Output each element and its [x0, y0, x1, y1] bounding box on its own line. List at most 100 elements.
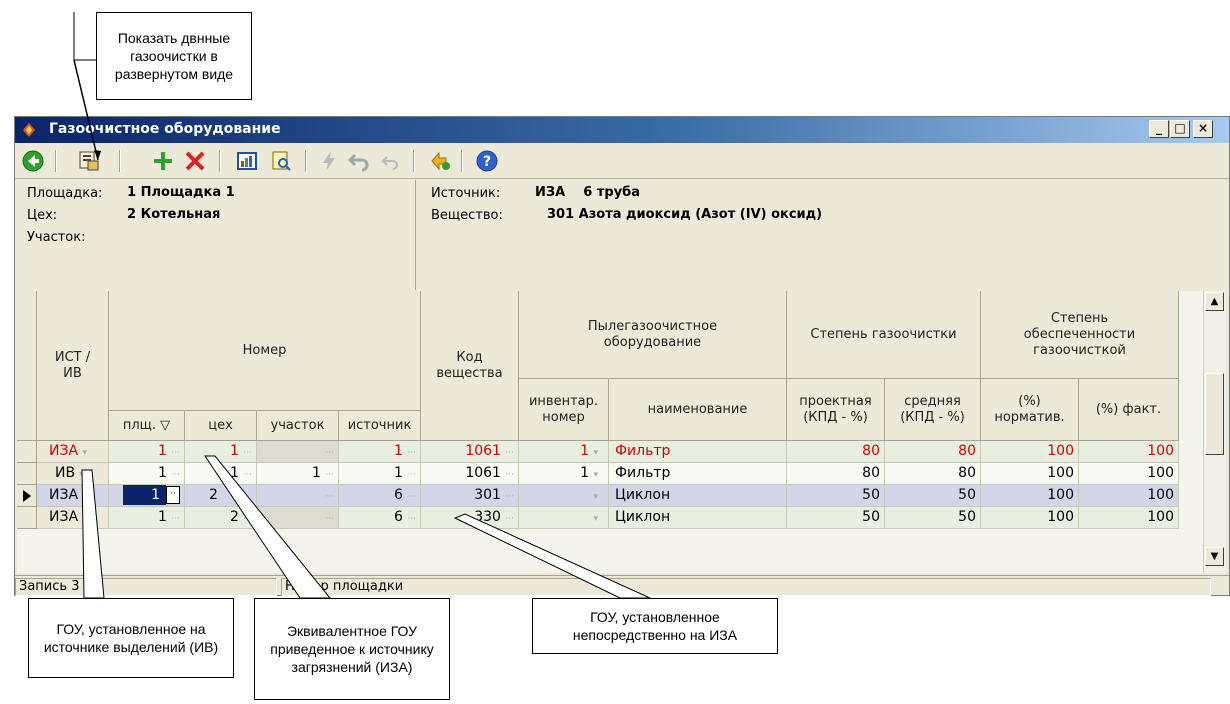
cell-kod[interactable]: 1061 ···: [421, 441, 519, 463]
expand-details-icon[interactable]: [75, 147, 103, 175]
ellipsis-icon[interactable]: ···: [243, 514, 252, 524]
ellipsis-icon[interactable]: ···: [505, 470, 514, 480]
cell-normativ[interactable]: 100: [981, 441, 1079, 463]
header-sred[interactable]: средняя (КПД - %): [885, 379, 981, 441]
dropdown-arrow-icon[interactable]: ▾: [593, 470, 598, 480]
cell-naim[interactable]: Фильтр: [609, 441, 787, 463]
cell-istochnik[interactable]: 6 ···: [339, 485, 421, 507]
dropdown-arrow-icon[interactable]: ▾: [82, 448, 87, 458]
cell-istochnik[interactable]: 6 ···: [339, 507, 421, 529]
cell-kod[interactable]: 301 ···: [421, 485, 519, 507]
cell-ist[interactable]: ИВ ▾: [37, 463, 109, 485]
ellipsis-icon[interactable]: ··: [166, 486, 180, 504]
ellipsis-icon[interactable]: ···: [171, 448, 180, 458]
header-tseh[interactable]: цех: [185, 411, 257, 441]
cell-tseh[interactable]: 2: [185, 485, 257, 507]
cell-ist[interactable]: ИЗА: [37, 485, 109, 507]
header-naim[interactable]: наименование: [609, 379, 787, 441]
search-doc-icon[interactable]: [267, 147, 295, 175]
scroll-up-icon[interactable]: ▲: [1205, 292, 1224, 311]
cell-plsh[interactable]: 1 ···: [109, 507, 185, 529]
cell-fakt[interactable]: 100: [1079, 485, 1179, 507]
scroll-down-icon[interactable]: ▼: [1205, 547, 1224, 566]
dropdown-arrow-icon[interactable]: ▾: [593, 448, 598, 458]
delete-icon[interactable]: [181, 147, 209, 175]
title-bar[interactable]: Газоочистное оборудование _ □ ×: [15, 117, 1229, 143]
header-fakt[interactable]: (%) факт.: [1079, 379, 1179, 441]
cell-proekt[interactable]: 80: [787, 441, 885, 463]
cell-proekt[interactable]: 50: [787, 485, 885, 507]
cell-tseh[interactable]: 1 ···: [185, 463, 257, 485]
ellipsis-icon[interactable]: ···: [407, 514, 416, 524]
cell-fakt[interactable]: 100: [1079, 507, 1179, 529]
report-icon[interactable]: [233, 147, 261, 175]
cell-normativ[interactable]: 100: [981, 463, 1079, 485]
cell-proekt[interactable]: 80: [787, 463, 885, 485]
cell-naim[interactable]: Циклон: [609, 507, 787, 529]
header-istochnik[interactable]: источник: [339, 411, 421, 441]
minimize-button[interactable]: _: [1149, 120, 1169, 138]
cell-istochnik[interactable]: 1 ···: [339, 463, 421, 485]
cell-inv[interactable]: 1 ▾: [519, 463, 609, 485]
row-indicator[interactable]: [17, 441, 37, 463]
cell-plsh-focused[interactable]: 1 ··: [109, 485, 185, 507]
cell-inv[interactable]: 1 ▾: [519, 441, 609, 463]
header-inv[interactable]: инвентар. номер: [519, 379, 609, 441]
cell-tseh[interactable]: 2 ···: [185, 507, 257, 529]
ellipsis-icon[interactable]: ···: [407, 448, 416, 458]
cell-uchastok[interactable]: ···: [257, 507, 339, 529]
cell-plsh-editor[interactable]: 1: [123, 485, 166, 505]
ellipsis-icon[interactable]: ···: [325, 470, 334, 480]
cell-proekt[interactable]: 50: [787, 507, 885, 529]
cell-kod[interactable]: 330 ···: [421, 507, 519, 529]
scroll-thumb[interactable]: [1205, 373, 1224, 455]
ellipsis-icon[interactable]: ···: [407, 492, 416, 502]
cell-sred[interactable]: 80: [885, 463, 981, 485]
vertical-scrollbar[interactable]: ▲ ▼: [1203, 291, 1226, 573]
ellipsis-icon[interactable]: ···: [505, 492, 514, 502]
ellipsis-icon[interactable]: ···: [505, 514, 514, 524]
refresh-icon[interactable]: [427, 147, 455, 175]
cell-naim[interactable]: Фильтр: [609, 463, 787, 485]
cell-fakt[interactable]: 100: [1079, 463, 1179, 485]
cell-kod[interactable]: 1061 ···: [421, 463, 519, 485]
cell-sred[interactable]: 50: [885, 507, 981, 529]
ellipsis-icon[interactable]: ···: [171, 470, 180, 480]
ellipsis-icon[interactable]: ···: [407, 470, 416, 480]
redo-icon[interactable]: [377, 147, 405, 175]
cell-naim[interactable]: Циклон: [609, 485, 787, 507]
undo-icon[interactable]: [345, 147, 373, 175]
cell-normativ[interactable]: 100: [981, 485, 1079, 507]
cell-ist[interactable]: ИЗА: [37, 507, 109, 529]
dropdown-arrow-icon[interactable]: ▾: [593, 492, 598, 502]
ellipsis-icon[interactable]: ···: [243, 470, 252, 480]
cell-sred[interactable]: 50: [885, 485, 981, 507]
cell-plsh[interactable]: 1 ···: [109, 441, 185, 463]
maximize-button[interactable]: □: [1170, 120, 1190, 138]
dropdown-arrow-icon[interactable]: ▾: [593, 514, 598, 524]
cell-uchastok[interactable]: ···: [257, 485, 339, 507]
ellipsis-icon[interactable]: ···: [325, 448, 334, 458]
header-plsh[interactable]: плщ. ▽: [109, 411, 185, 441]
ellipsis-icon[interactable]: ···: [243, 448, 252, 458]
ellipsis-icon[interactable]: ···: [505, 448, 514, 458]
cell-uchastok[interactable]: 1 ···: [257, 463, 339, 485]
header-proekt[interactable]: проектная (КПД - %): [787, 379, 885, 441]
row-indicator[interactable]: [17, 463, 37, 485]
header-uchastok[interactable]: участок: [257, 411, 339, 441]
add-icon[interactable]: [149, 147, 177, 175]
header-kod[interactable]: Код вещества: [421, 291, 519, 441]
cell-ist[interactable]: ИЗА ▾: [37, 441, 109, 463]
row-indicator[interactable]: [17, 507, 37, 529]
cell-inv[interactable]: ▾: [519, 507, 609, 529]
help-icon[interactable]: ?: [473, 147, 501, 175]
ellipsis-icon[interactable]: ···: [171, 514, 180, 524]
row-indicator-current[interactable]: [17, 485, 37, 507]
ellipsis-icon[interactable]: ···: [325, 514, 334, 524]
lightning-icon[interactable]: [315, 147, 343, 175]
cell-fakt[interactable]: 100: [1079, 441, 1179, 463]
header-normativ[interactable]: (%) норматив.: [981, 379, 1079, 441]
cell-tseh[interactable]: 1 ···: [185, 441, 257, 463]
back-icon[interactable]: [19, 147, 47, 175]
ellipsis-icon[interactable]: ···: [325, 492, 334, 502]
